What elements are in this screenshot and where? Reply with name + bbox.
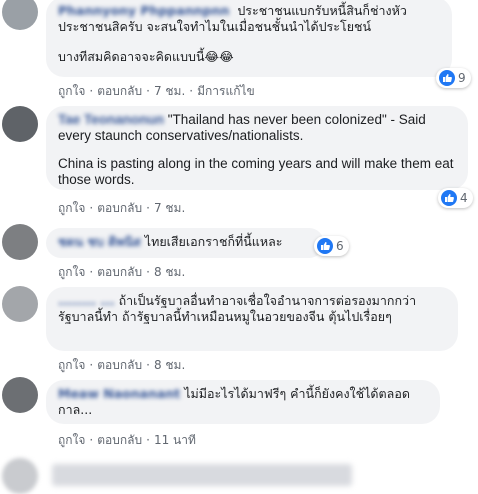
comment-bubble: ........ ... ถ้าเป็นรัฐบาลอื่นทำอาจเชื่อ… bbox=[46, 287, 458, 351]
author-name[interactable]: ชดน ชบ ดิพนิส bbox=[58, 234, 141, 249]
reaction-summary[interactable]: 4 bbox=[438, 188, 473, 208]
edited-link[interactable]: มีการแก้ไข bbox=[197, 84, 255, 98]
timestamp[interactable]: 11 นาที bbox=[154, 433, 196, 447]
comment-bubble: Phannyony Phppannpnn ประชาชนแบกรับหนี้สิ… bbox=[46, 0, 452, 77]
avatar[interactable] bbox=[2, 0, 38, 30]
avatar[interactable] bbox=[2, 224, 38, 260]
reply-link[interactable]: ตอบกลับ bbox=[97, 84, 142, 98]
avatar[interactable] bbox=[2, 286, 38, 322]
blurred-comment-preview bbox=[0, 458, 478, 494]
timestamp[interactable]: 8 ชม. bbox=[154, 265, 185, 279]
like-link[interactable]: ถูกใจ bbox=[58, 265, 85, 279]
reaction-summary[interactable]: 9 bbox=[436, 68, 471, 88]
reply-link[interactable]: ตอบกลับ bbox=[97, 358, 142, 372]
timestamp[interactable]: 7 ชม. bbox=[154, 84, 185, 98]
redacted-text bbox=[52, 464, 352, 486]
reaction-count: 6 bbox=[336, 239, 344, 253]
like-icon bbox=[441, 190, 457, 206]
author-name[interactable]: Tae Teonanonun bbox=[58, 112, 164, 127]
reply-link[interactable]: ตอบกลับ bbox=[97, 433, 142, 447]
comment-bubble: Tae Teonanonun "Thailand has never been … bbox=[46, 106, 468, 190]
comment-actions: ถูกใจ · ตอบกลับ · 8 ชม. bbox=[58, 358, 186, 372]
comment-actions: ถูกใจ · ตอบกลับ · 7 ชม. bbox=[58, 201, 186, 215]
reaction-count: 9 bbox=[458, 71, 466, 85]
reply-link[interactable]: ตอบกลับ bbox=[97, 201, 142, 215]
reaction-summary[interactable]: 6 bbox=[314, 236, 349, 256]
like-icon bbox=[317, 238, 333, 254]
comment-bubble: Meaw Naonanant ไม่มีอะไรได้มาฟรีๆ คำนี้ก… bbox=[46, 380, 440, 424]
author-name[interactable]: ........ ... bbox=[58, 293, 115, 308]
like-link[interactable]: ถูกใจ bbox=[58, 201, 85, 215]
comment-actions: ถูกใจ · ตอบกลับ · 8 ชม. bbox=[58, 265, 186, 279]
author-name[interactable]: Phannyony Phppannpnn bbox=[58, 3, 229, 18]
avatar[interactable] bbox=[2, 377, 38, 413]
author-name[interactable]: Meaw Naonanant bbox=[58, 386, 180, 401]
like-icon bbox=[439, 70, 455, 86]
timestamp[interactable]: 7 ชม. bbox=[154, 201, 185, 215]
like-link[interactable]: ถูกใจ bbox=[58, 358, 85, 372]
like-link[interactable]: ถูกใจ bbox=[58, 433, 85, 447]
avatar[interactable] bbox=[2, 106, 38, 142]
comment-text: ไทยเสียเอกราชก็ที่นี้แหละ bbox=[144, 234, 283, 249]
timestamp[interactable]: 8 ชม. bbox=[154, 358, 185, 372]
comment-actions: ถูกใจ · ตอบกลับ · 7 ชม. · มีการแก้ไข bbox=[58, 84, 255, 98]
avatar bbox=[2, 458, 38, 494]
comment-paragraph: บางทีสมคิดอาจจะคิดแบบนี้😂😂 bbox=[58, 49, 234, 64]
reaction-count: 4 bbox=[460, 191, 468, 205]
like-link[interactable]: ถูกใจ bbox=[58, 84, 85, 98]
comment-bubble: ชดน ชบ ดิพนิส ไทยเสียเอกราชก็ที่นี้แหละ bbox=[46, 228, 324, 258]
comment-paragraph: China is pasting along in the coming yea… bbox=[58, 156, 454, 187]
comment-actions: ถูกใจ · ตอบกลับ · 11 นาที bbox=[58, 433, 196, 447]
reply-link[interactable]: ตอบกลับ bbox=[97, 265, 142, 279]
